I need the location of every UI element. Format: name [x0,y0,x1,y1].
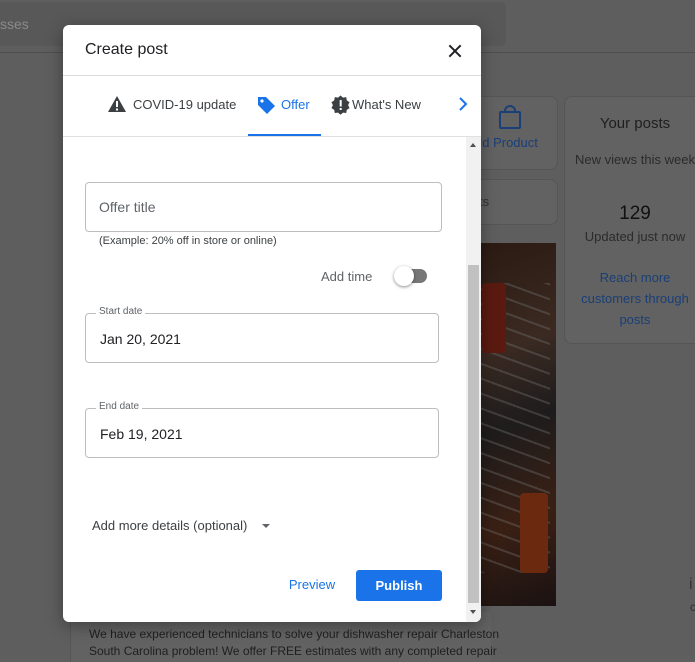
create-post-dialog: Create post COVID-19 update Offer What's… [63,25,481,622]
background-your-posts-card: Your posts New views this week 129 Updat… [564,96,695,344]
background-edge-text: c [690,600,695,614]
tab-offer-label: Offer [281,97,310,112]
background-add-product-card: dd Product [470,96,558,170]
photo-cup [482,283,506,353]
your-posts-subtitle: New views this week [575,152,695,167]
dialog-title: Create post [85,41,168,58]
shopping-bag-icon [499,105,521,129]
end-date-field[interactable]: End date Feb 19, 2021 [85,401,439,458]
publish-button[interactable]: Publish [356,570,442,601]
add-time-toggle[interactable] [394,266,427,286]
toggle-knob [394,266,414,286]
add-time-label: Add time [321,269,373,284]
scroll-up-arrow-icon[interactable] [470,143,476,147]
preview-button[interactable]: Preview [282,570,342,600]
dialog-scrollbar[interactable] [466,137,481,622]
dialog-header: Create post [63,25,481,76]
scrollbar-thumb[interactable] [468,265,479,603]
post-type-tabs: COVID-19 update Offer What's New [63,76,481,137]
scroll-down-arrow-icon[interactable] [470,610,476,614]
tab-covid-label: COVID-19 update [133,97,237,112]
offer-title-input[interactable]: Offer title [85,182,442,232]
tab-offer[interactable]: Offer [248,76,321,136]
end-date-value: Feb 19, 2021 [100,426,183,442]
background-add-product-label: dd Product [475,135,538,150]
background-events-card: ts [470,179,558,225]
end-date-label: End date [96,401,143,412]
tab-covid-update[interactable]: COVID-19 update [107,76,243,134]
offer-title-placeholder: Offer title [99,199,156,215]
start-date-label: Start date [96,306,146,317]
background-business-photo [470,243,556,606]
caret-down-icon [262,524,270,528]
your-posts-count: 129 [619,203,651,224]
chevron-right-icon [459,97,468,111]
tabs-next-button[interactable] [455,76,475,134]
your-posts-link: Reach more customers through posts [581,270,689,327]
background-edge-text: i [689,576,693,593]
photo-cup [520,493,548,573]
start-date-field[interactable]: Start date Jan 20, 2021 [85,306,439,363]
warning-icon [108,96,126,112]
offer-title-hint: (Example: 20% off in store or online) [99,235,277,247]
close-icon[interactable] [443,39,467,63]
post-form: Offer title (Example: 20% off in store o… [63,137,466,622]
add-more-details-toggle[interactable]: Add more details (optional) [92,518,247,533]
badge-icon [331,95,350,115]
tag-icon [258,97,275,114]
your-posts-title: Your posts [599,115,671,132]
background-search-text: sses [0,16,29,32]
start-date-value: Jan 20, 2021 [100,331,181,347]
tab-whats-new[interactable]: What's New [329,76,434,134]
your-posts-updated: Updated just now [584,229,686,244]
tab-whats-new-label: What's New [352,97,421,112]
